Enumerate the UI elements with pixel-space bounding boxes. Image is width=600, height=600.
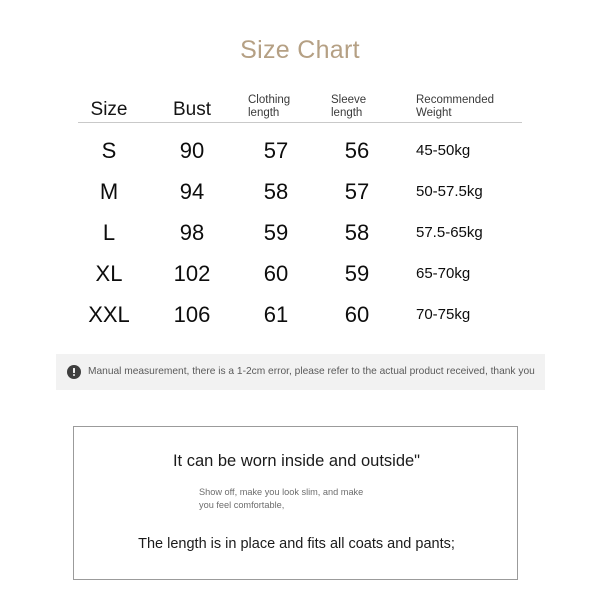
measurement-notice-text: Manual measurement, there is a 1-2cm err… <box>88 365 535 377</box>
cell-size: L <box>102 220 116 245</box>
table-row: L 98 59 58 57.5-65kg <box>78 212 522 253</box>
cell-clothing-length: 59 <box>263 220 289 245</box>
cell-bust: 90 <box>179 138 205 163</box>
cell-size: S <box>101 138 117 163</box>
product-info-box: It can be worn inside and outside" Show … <box>73 426 518 580</box>
cell-recommended-weight: 70-75kg <box>416 306 471 323</box>
cell-sleeve-length: 58 <box>344 220 370 245</box>
table-row: S 90 57 56 45-50kg <box>78 130 522 171</box>
table-row: XXL 106 61 60 70-75kg <box>78 294 522 335</box>
size-table: Size Bust Clothing length Sleeve length … <box>78 86 522 327</box>
header-divider <box>78 122 522 123</box>
measurement-notice-bar: Manual measurement, there is a 1-2cm err… <box>56 354 545 390</box>
cell-recommended-weight: 45-50kg <box>416 142 471 159</box>
sleeve-length-line-2: length <box>331 107 363 120</box>
info-box-subtext-line-2: you feel comfortable, <box>199 500 285 511</box>
info-box-subtext-line-1: Show off, make you look slim, and make <box>199 487 364 497</box>
info-box-subtext: Show off, make you look slim, and make y… <box>199 486 363 513</box>
cell-clothing-length: 60 <box>263 261 289 286</box>
cell-recommended-weight: 57.5-65kg <box>416 224 483 241</box>
cell-sleeve-length: 59 <box>344 261 370 286</box>
cell-size: XXL <box>88 302 130 327</box>
cell-bust: 102 <box>173 261 211 286</box>
clothing-length-line-2: length <box>248 107 280 120</box>
table-row: M 94 58 57 50-57.5kg <box>78 171 522 212</box>
column-header-recommended-weight: Recommended Weight <box>416 94 526 120</box>
column-header-clothing-length: Clothing length <box>248 94 324 120</box>
cell-recommended-weight: 65-70kg <box>416 265 471 282</box>
sleeve-length-line-1: Sleeve <box>331 94 367 107</box>
info-box-footer: The length is in place and fits all coat… <box>138 536 455 552</box>
column-header-bust: Bust <box>172 98 212 120</box>
cell-bust: 106 <box>173 302 211 327</box>
column-header-sleeve-length: Sleeve length <box>331 94 403 120</box>
page-title: Size Chart <box>240 36 360 64</box>
cell-sleeve-length: 57 <box>344 179 370 204</box>
clothing-length-line-1: Clothing <box>248 94 291 107</box>
cell-clothing-length: 57 <box>263 138 289 163</box>
cell-sleeve-length: 56 <box>344 138 370 163</box>
cell-bust: 94 <box>179 179 205 204</box>
cell-clothing-length: 58 <box>263 179 289 204</box>
cell-recommended-weight: 50-57.5kg <box>416 183 483 200</box>
cell-bust: 98 <box>179 220 205 245</box>
column-header-size: Size <box>90 98 128 120</box>
size-chart-page: Size Chart Size Bust Clothing length Sle… <box>0 0 600 600</box>
cell-size: XL <box>95 261 123 286</box>
table-body: S 90 57 56 45-50kg M 94 58 57 50-57.5kg … <box>78 130 522 335</box>
exclamation-circle-icon <box>67 365 81 379</box>
cell-sleeve-length: 60 <box>344 302 370 327</box>
recommended-weight-line-1: Recommended <box>416 94 494 107</box>
table-header-row: Size Bust Clothing length Sleeve length … <box>78 86 522 123</box>
cell-size: M <box>99 179 119 204</box>
info-box-heading: It can be worn inside and outside" <box>172 452 421 470</box>
table-row: XL 102 60 59 65-70kg <box>78 253 522 294</box>
recommended-weight-line-2: Weight <box>416 107 452 120</box>
cell-clothing-length: 61 <box>263 302 289 327</box>
